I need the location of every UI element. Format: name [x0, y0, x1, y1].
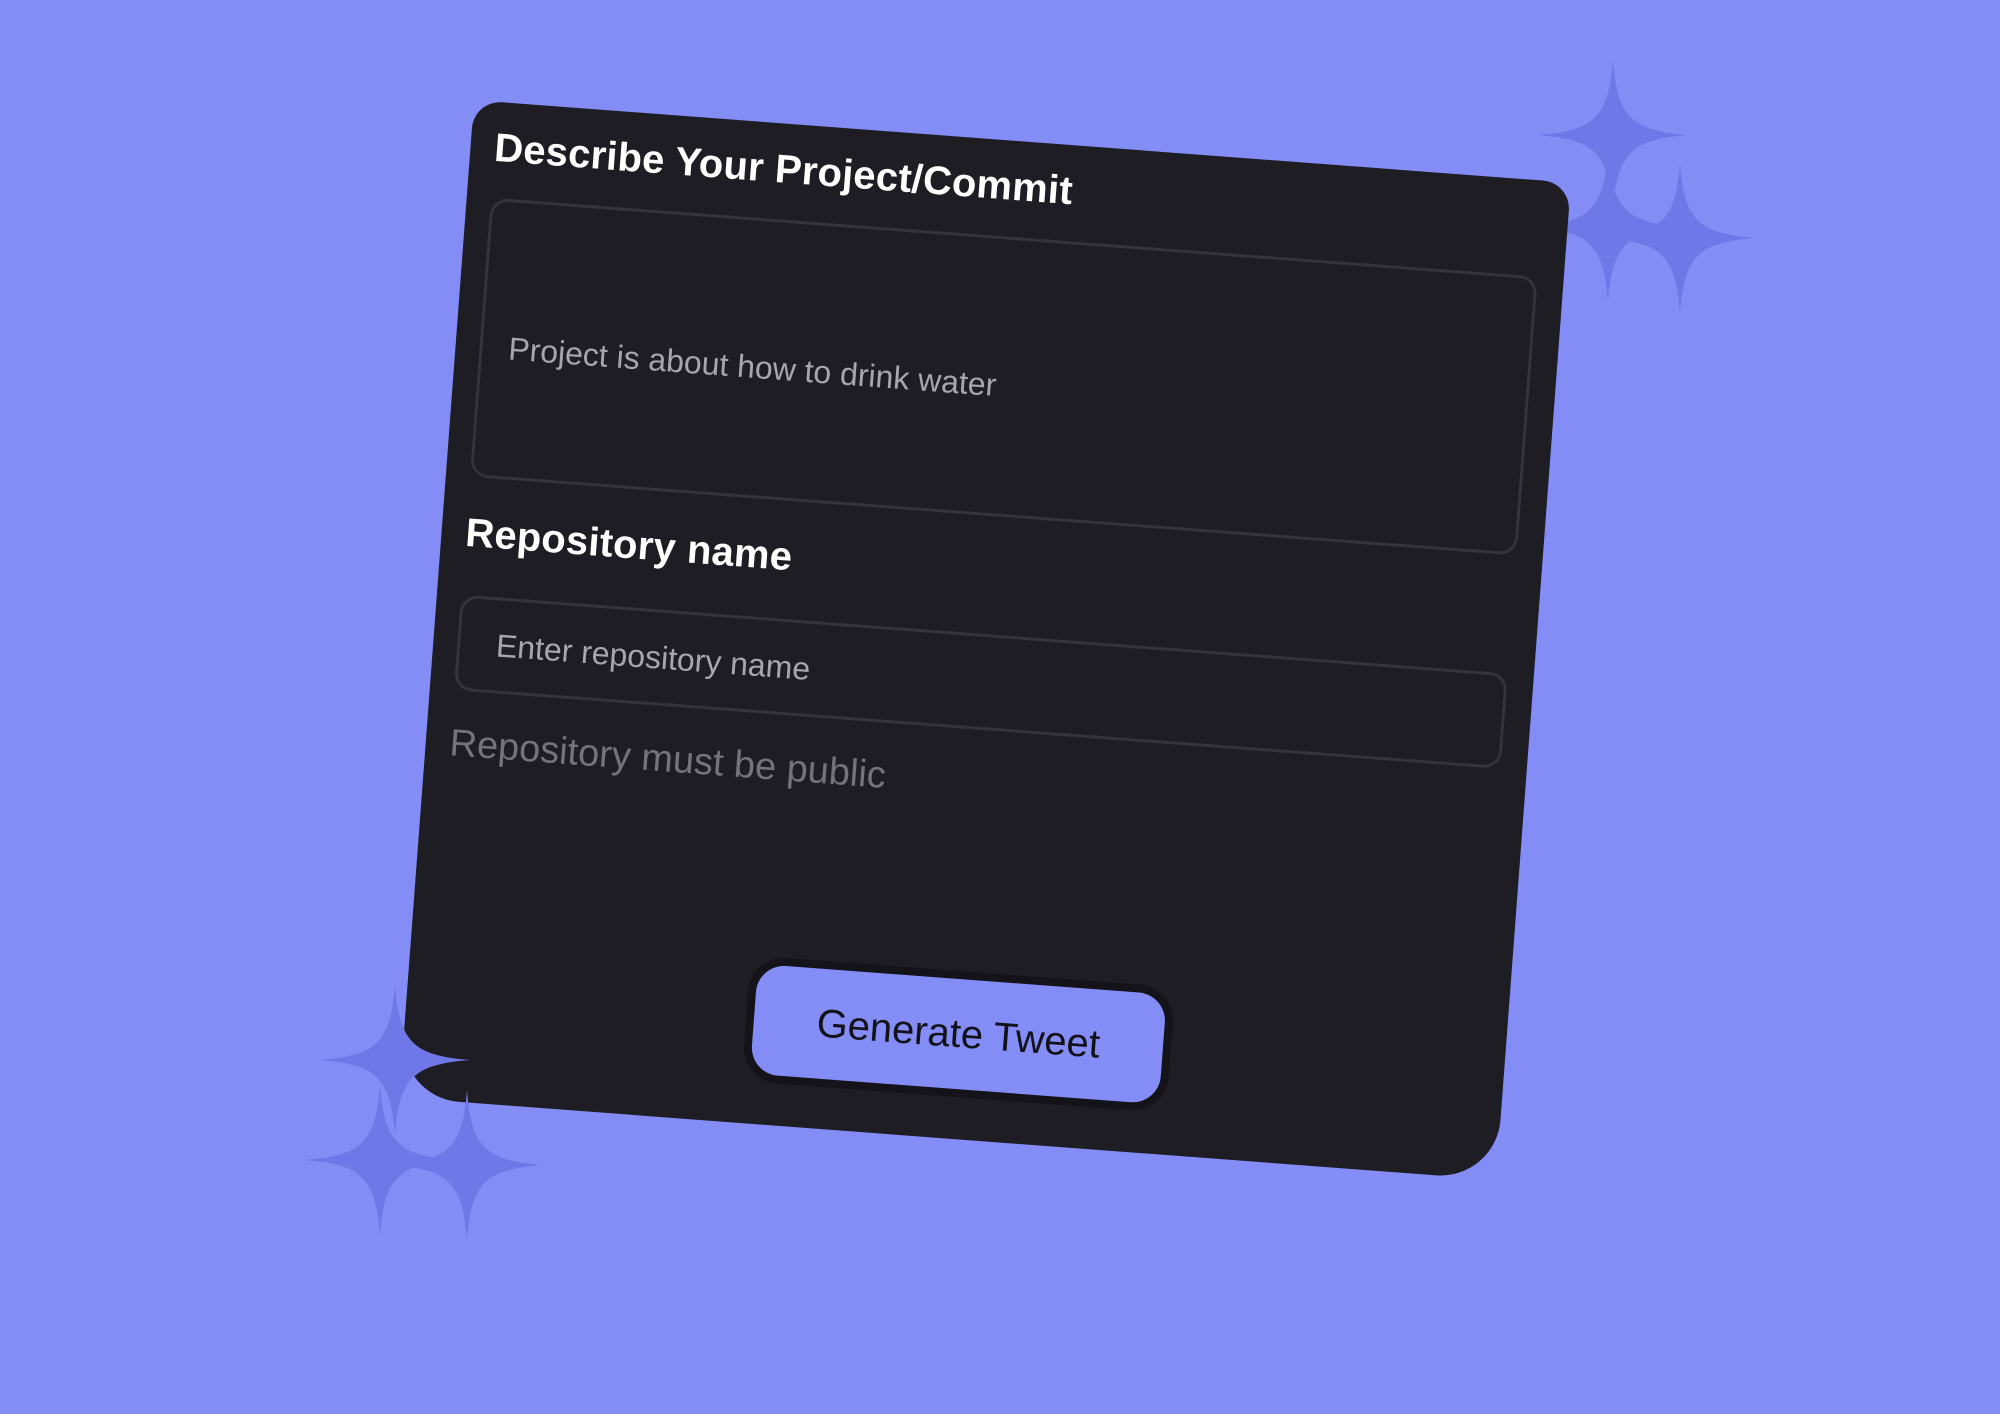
project-description-input[interactable]: Project is about how to drink water — [469, 197, 1538, 556]
sparkle-icon — [1605, 163, 1755, 313]
project-form-card: Describe Your Project/Commit Project is … — [399, 100, 1571, 1180]
description-placeholder: Project is about how to drink water — [507, 330, 998, 404]
sparkle-icon — [392, 1090, 542, 1240]
generate-tweet-button[interactable]: Generate Tweet — [749, 963, 1167, 1105]
repository-placeholder: Enter repository name — [494, 626, 812, 687]
